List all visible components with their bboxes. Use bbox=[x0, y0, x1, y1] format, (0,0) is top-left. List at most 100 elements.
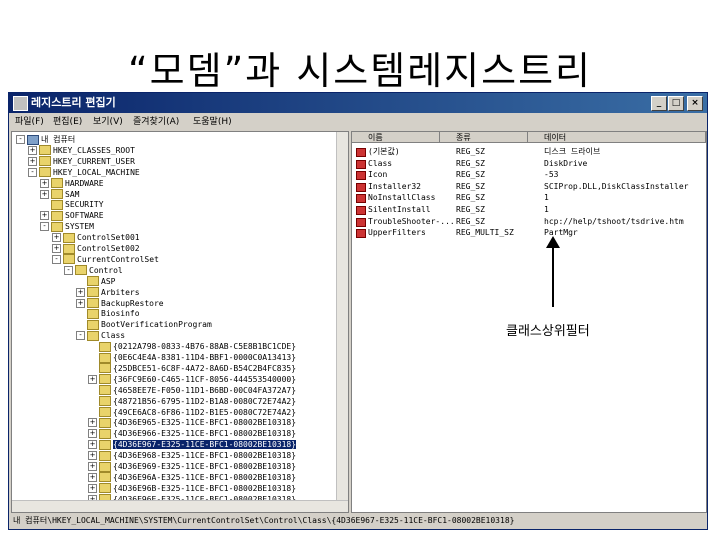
tree-node[interactable]: - Class bbox=[76, 330, 125, 341]
tree-node[interactable]: {0E6C4E4A-8381-11D4-BBF1-0000C0A13413} bbox=[88, 352, 296, 363]
close-button[interactable]: × bbox=[687, 96, 703, 111]
tree-node[interactable]: + ControlSet001 bbox=[52, 232, 140, 243]
value-row[interactable]: (기본값) REG_SZ 디스크 드라이브 bbox=[352, 146, 706, 157]
tree-node[interactable]: + {4D36E965-E325-11CE-BFC1-08002BE10318} bbox=[88, 417, 296, 428]
tree-node[interactable]: + {4D36E968-E325-11CE-BFC1-08002BE10318} bbox=[88, 450, 296, 461]
tree-node[interactable]: SECURITY bbox=[40, 199, 104, 210]
tree-node[interactable]: + {4D36E969-E325-11CE-BFC1-08002BE10318} bbox=[88, 461, 296, 472]
maximize-button[interactable]: □ bbox=[668, 96, 684, 111]
tree-node-label[interactable]: Biosinfo bbox=[101, 309, 140, 318]
tree-vertical-scrollbar[interactable] bbox=[336, 132, 348, 512]
value-row[interactable]: Icon REG_SZ -53 bbox=[352, 169, 706, 181]
tree-node[interactable]: + HKEY_CLASSES_ROOT bbox=[28, 145, 135, 156]
tree-node-label[interactable]: {4D36E967-E325-11CE-BFC1-08002BE10318} bbox=[113, 440, 297, 450]
expand-icon[interactable]: + bbox=[88, 472, 97, 482]
tree-node-label[interactable]: ControlSet001 bbox=[77, 233, 140, 242]
tree-node[interactable]: + ControlSet002 bbox=[52, 243, 140, 254]
tree-node-label[interactable]: HKEY_CURRENT_USER bbox=[53, 157, 135, 166]
tree-node[interactable]: + HKEY_CURRENT_USER bbox=[28, 156, 135, 167]
tree-node-label[interactable]: Class bbox=[101, 331, 125, 340]
tree-node-label[interactable]: ControlSet002 bbox=[77, 244, 140, 253]
tree-node-label[interactable]: {4D36E96B-E325-11CE-BFC1-08002BE10318} bbox=[113, 484, 296, 493]
tree-node[interactable]: Biosinfo bbox=[76, 308, 140, 319]
expand-icon[interactable]: + bbox=[52, 244, 61, 253]
tree-node[interactable]: {48721B56-6795-11D2-B1A8-0080C72E74A2} bbox=[88, 396, 296, 407]
tree-node[interactable]: + HARDWARE bbox=[40, 178, 104, 189]
tree-node-label[interactable]: SOFTWARE bbox=[65, 211, 104, 220]
value-row[interactable]: Installer32 REG_SZ SCIProp.DLL,DiskClassIn… bbox=[352, 181, 706, 192]
expand-icon[interactable]: + bbox=[88, 440, 97, 450]
expand-icon[interactable]: + bbox=[76, 298, 85, 308]
expand-icon[interactable]: + bbox=[40, 178, 49, 188]
tree-node-label[interactable]: {48721B56-6795-11D2-B1A8-0080C72E74A2} bbox=[113, 397, 296, 406]
tree-node[interactable]: {49CE6AC8-6F86-11D2-B1E5-0080C72E74A2} bbox=[88, 407, 296, 418]
collapse-icon[interactable]: - bbox=[28, 167, 37, 177]
value-row[interactable]: Class REG_SZ DiskDrive bbox=[352, 158, 706, 169]
tree-node-label[interactable]: {0212A798-0833-4B76-88AB-C5E8B1BC1CDE} bbox=[113, 342, 296, 351]
tree-node[interactable]: ASP bbox=[76, 276, 115, 287]
expand-icon[interactable]: + bbox=[28, 156, 37, 166]
tree-node-label[interactable]: SYSTEM bbox=[65, 222, 94, 231]
value-row[interactable]: UpperFilters REG_MULTI_SZ PartMgr bbox=[352, 227, 706, 239]
expand-icon[interactable]: + bbox=[88, 462, 97, 471]
tree-node-label[interactable]: SECURITY bbox=[65, 200, 104, 209]
expand-icon[interactable]: + bbox=[76, 287, 85, 297]
tree-node-label[interactable]: HKEY_CLASSES_ROOT bbox=[53, 146, 135, 155]
collapse-icon[interactable]: - bbox=[16, 135, 25, 144]
tree-node-label[interactable]: ASP bbox=[101, 277, 115, 286]
tree-node-label[interactable]: {4D36E965-E325-11CE-BFC1-08002BE10318} bbox=[113, 418, 296, 427]
tree-pane[interactable]: - 내 컴퓨터 + HKEY_CLASSES_ROOT + HKEY_CURRENT_US… bbox=[11, 131, 349, 513]
tree-node[interactable]: - 내 컴퓨터 bbox=[16, 134, 75, 145]
minimize-button[interactable]: _ bbox=[651, 96, 667, 111]
expand-icon[interactable]: + bbox=[88, 374, 97, 384]
tree-node-label[interactable]: {4658EE7E-F050-11D1-B6BD-00C04FA372A7} bbox=[113, 386, 296, 395]
expand-icon[interactable]: + bbox=[40, 211, 49, 221]
tree-node[interactable]: - CurrentControlSet bbox=[52, 254, 159, 265]
tree-node-label[interactable]: {4D36E966-E325-11CE-BFC1-08002BE10318} bbox=[113, 429, 296, 438]
tree-node-label[interactable]: {4D36E968-E325-11CE-BFC1-08002BE10318} bbox=[113, 451, 296, 460]
tree-node[interactable]: {25DBCE51-6C8F-4A72-8A6D-B54C2B4FC835} bbox=[88, 363, 296, 374]
tree-node-label[interactable]: HKEY_LOCAL_MACHINE bbox=[53, 168, 140, 177]
tree-node-label[interactable]: 내 컴퓨터 bbox=[41, 135, 75, 144]
collapse-icon[interactable]: - bbox=[76, 331, 85, 341]
collapse-icon[interactable]: - bbox=[52, 254, 61, 264]
collapse-icon[interactable]: - bbox=[64, 265, 73, 275]
expand-icon[interactable]: + bbox=[88, 418, 97, 428]
expand-icon[interactable]: + bbox=[88, 451, 97, 461]
tree-node[interactable]: + BackupRestore bbox=[76, 298, 164, 309]
tree-node-label[interactable]: {25DBCE51-6C8F-4A72-8A6D-B54C2B4FC835} bbox=[113, 364, 296, 373]
column-header-data[interactable]: 데이터 bbox=[528, 132, 706, 143]
tree-node[interactable]: - SYSTEM bbox=[40, 221, 94, 232]
tree-horizontal-scrollbar[interactable] bbox=[12, 500, 348, 512]
tree-node-label[interactable]: {4D36E969-E325-11CE-BFC1-08002BE10318} bbox=[113, 462, 296, 471]
menu-view[interactable]: 보기(V) bbox=[93, 113, 123, 131]
tree-node[interactable]: + {4D36E966-E325-11CE-BFC1-08002BE10318} bbox=[88, 428, 296, 439]
tree-node-label[interactable]: {0E6C4E4A-8381-11D4-BBF1-0000C0A13413} bbox=[113, 353, 296, 362]
expand-icon[interactable]: + bbox=[40, 189, 49, 199]
tree-node-label[interactable]: Arbiters bbox=[101, 288, 140, 297]
tree-node[interactable]: + {4D36E96B-E325-11CE-BFC1-08002BE10318} bbox=[88, 483, 296, 494]
value-row[interactable]: SilentInstall REG_SZ 1 bbox=[352, 204, 706, 215]
expand-icon[interactable]: + bbox=[88, 429, 97, 439]
menu-help[interactable]: 도움말(H) bbox=[193, 113, 232, 131]
tree-node[interactable]: + Arbiters bbox=[76, 287, 140, 298]
value-row[interactable]: TroubleShooter-... REG_SZ hcp://help/tshoo… bbox=[352, 216, 706, 227]
expand-icon[interactable]: + bbox=[52, 233, 61, 243]
tree-node-label[interactable]: {36FC9E60-C465-11CF-8056-444553540000} bbox=[113, 375, 296, 384]
tree-node-label[interactable]: Control bbox=[89, 266, 123, 275]
tree-node[interactable]: {0212A798-0833-4B76-88AB-C5E8B1BC1CDE} bbox=[88, 341, 296, 352]
tree-node[interactable]: {4658EE7E-F050-11D1-B6BD-00C04FA372A7} bbox=[88, 385, 296, 396]
tree-node-label[interactable]: BootVerificationProgram bbox=[101, 320, 212, 329]
title-bar[interactable]: 레지스트리 편집기 _ □ × bbox=[9, 93, 707, 113]
tree-node[interactable]: + {4D36E96A-E325-11CE-BFC1-08002BE10318} bbox=[88, 472, 296, 483]
tree-node[interactable]: + {4D36E967-E325-11CE-BFC1-08002BE10318} bbox=[88, 439, 297, 450]
tree-node[interactable]: + SAM bbox=[40, 189, 79, 200]
tree-node-label[interactable]: {49CE6AC8-6F86-11D2-B1E5-0080C72E74A2} bbox=[113, 408, 296, 417]
column-header-name[interactable]: 이름 bbox=[352, 132, 440, 143]
tree-node[interactable]: + {36FC9E60-C465-11CF-8056-444553540000} bbox=[88, 374, 296, 385]
menu-edit[interactable]: 편집(E) bbox=[53, 113, 82, 131]
collapse-icon[interactable]: - bbox=[40, 222, 49, 232]
tree-node[interactable]: - Control bbox=[64, 265, 123, 276]
column-header-type[interactable]: 종류 bbox=[440, 132, 528, 143]
tree-node[interactable]: + SOFTWARE bbox=[40, 210, 104, 221]
